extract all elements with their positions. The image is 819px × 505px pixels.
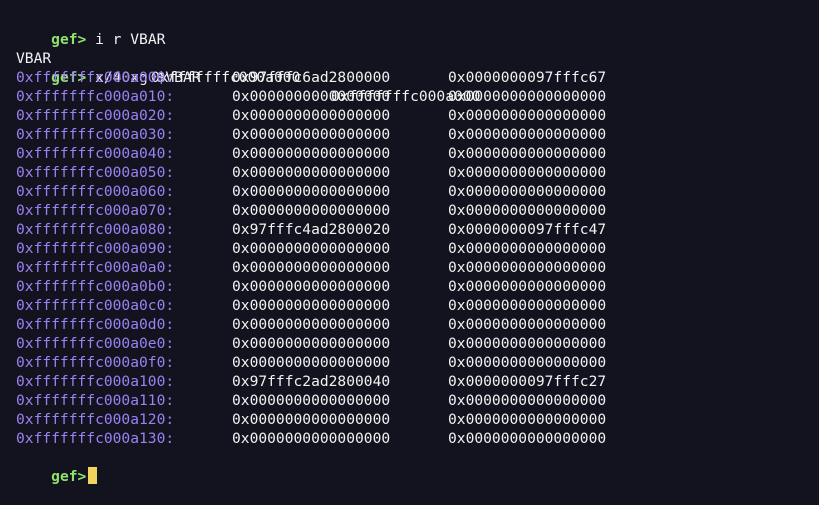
memory-value-2: 0x0000000000000000 bbox=[448, 126, 607, 143]
memory-dump-row: 0xfffffffc000a050: 0x0000000000000000 0x00… bbox=[16, 163, 816, 182]
memory-address: 0xfffffffc000a100: bbox=[16, 373, 175, 390]
memory-address: 0xfffffffc000a080: bbox=[16, 221, 175, 238]
memory-value-2: 0x0000000000000000 bbox=[448, 164, 607, 181]
memory-address: 0xfffffffc000a070: bbox=[16, 202, 175, 219]
memory-address: 0xfffffffc000a000: bbox=[16, 69, 175, 86]
memory-value-2: 0x0000000000000000 bbox=[448, 259, 607, 276]
memory-value-1: 0x0000000000000000 bbox=[232, 259, 391, 276]
memory-dump-row: 0xfffffffc000a0f0: 0x0000000000000000 0x00… bbox=[16, 353, 816, 372]
memory-dump-row: 0xfffffffc000a100: 0x97fffc2ad2800040 0x00… bbox=[16, 372, 816, 391]
terminal-window[interactable]: gef> i r VBAR VBAR 0xfffffffc000a000 0xf… bbox=[16, 0, 816, 485]
memory-address: 0xfffffffc000a020: bbox=[16, 107, 175, 124]
memory-dump-row: 0xfffffffc000a0a0: 0x0000000000000000 0x00… bbox=[16, 258, 816, 277]
memory-value-2: 0x0000000097fffc47 bbox=[448, 221, 607, 238]
memory-address: 0xfffffffc000a110: bbox=[16, 392, 175, 409]
memory-value-2: 0x0000000000000000 bbox=[448, 202, 607, 219]
memory-value-1: 0x0000000000000000 bbox=[232, 126, 391, 143]
memory-address: 0xfffffffc000a0a0: bbox=[16, 259, 175, 276]
memory-value-2: 0x0000000097fffc67 bbox=[448, 69, 607, 86]
memory-dump: 0xfffffffc000a000: 0x97fffc6ad2800000 0x00… bbox=[16, 68, 816, 448]
memory-value-2: 0x0000000000000000 bbox=[448, 240, 607, 257]
memory-value-2: 0x0000000000000000 bbox=[448, 411, 607, 428]
memory-value-2: 0x0000000000000000 bbox=[448, 183, 607, 200]
memory-value-1: 0x0000000000000000 bbox=[232, 202, 391, 219]
memory-address: 0xfffffffc000a090: bbox=[16, 240, 175, 257]
memory-address: 0xfffffffc000a120: bbox=[16, 411, 175, 428]
memory-value-2: 0x0000000000000000 bbox=[448, 430, 607, 447]
memory-value-1: 0x0000000000000000 bbox=[232, 411, 391, 428]
memory-value-1: 0x97fffc6ad2800000 bbox=[232, 69, 391, 86]
memory-address: 0xfffffffc000a030: bbox=[16, 126, 175, 143]
memory-dump-row: 0xfffffffc000a080: 0x97fffc4ad2800020 0x00… bbox=[16, 220, 816, 239]
memory-dump-row: 0xfffffffc000a130: 0x0000000000000000 0x00… bbox=[16, 429, 816, 448]
memory-value-2: 0x0000000000000000 bbox=[448, 297, 607, 314]
memory-value-1: 0x97fffc4ad2800020 bbox=[232, 221, 391, 238]
current-prompt-line[interactable]: gef> bbox=[16, 448, 816, 485]
memory-address: 0xfffffffc000a050: bbox=[16, 164, 175, 181]
memory-value-2: 0x0000000000000000 bbox=[448, 316, 607, 333]
memory-address: 0xfffffffc000a0b0: bbox=[16, 278, 175, 295]
memory-address: 0xfffffffc000a060: bbox=[16, 183, 175, 200]
memory-value-2: 0x0000000000000000 bbox=[448, 392, 607, 409]
memory-dump-row: 0xfffffffc000a120: 0x0000000000000000 0x00… bbox=[16, 410, 816, 429]
memory-value-2: 0x0000000000000000 bbox=[448, 145, 607, 162]
memory-value-2: 0x0000000000000000 bbox=[448, 88, 607, 105]
memory-dump-row: 0xfffffffc000a030: 0x0000000000000000 0x00… bbox=[16, 125, 816, 144]
memory-dump-row: 0xfffffffc000a0e0: 0x0000000000000000 0x00… bbox=[16, 334, 816, 353]
memory-address: 0xfffffffc000a040: bbox=[16, 145, 175, 162]
memory-dump-row: 0xfffffffc000a0b0: 0x0000000000000000 0x00… bbox=[16, 277, 816, 296]
memory-dump-row: 0xfffffffc000a020: 0x0000000000000000 0x00… bbox=[16, 106, 816, 125]
memory-dump-row: 0xfffffffc000a010: 0x0000000000000000 0x00… bbox=[16, 87, 816, 106]
memory-address: 0xfffffffc000a0c0: bbox=[16, 297, 175, 314]
memory-address: 0xfffffffc000a130: bbox=[16, 430, 175, 447]
memory-value-1: 0x0000000000000000 bbox=[232, 107, 391, 124]
memory-dump-row: 0xfffffffc000a070: 0x0000000000000000 0x00… bbox=[16, 201, 816, 220]
memory-value-1: 0x0000000000000000 bbox=[232, 316, 391, 333]
memory-value-1: 0x0000000000000000 bbox=[232, 164, 391, 181]
memory-address: 0xfffffffc000a0d0: bbox=[16, 316, 175, 333]
register-output: VBAR 0xfffffffc000a000 0xfffffffc000a000 bbox=[16, 30, 816, 105]
memory-address: 0xfffffffc000a0e0: bbox=[16, 335, 175, 352]
memory-dump-row: 0xfffffffc000a000: 0x97fffc6ad2800000 0x00… bbox=[16, 68, 816, 87]
memory-dump-row: 0xfffffffc000a090: 0x0000000000000000 0x00… bbox=[16, 239, 816, 258]
memory-value-2: 0x0000000000000000 bbox=[448, 354, 607, 371]
command-line-1: gef> i r VBAR bbox=[16, 11, 816, 48]
memory-value-1: 0x0000000000000000 bbox=[232, 430, 391, 447]
memory-value-1: 0x0000000000000000 bbox=[232, 278, 391, 295]
memory-dump-row: 0xfffffffc000a040: 0x0000000000000000 0x00… bbox=[16, 144, 816, 163]
memory-dump-row: 0xfffffffc000a060: 0x0000000000000000 0x00… bbox=[16, 182, 816, 201]
memory-value-1: 0x0000000000000000 bbox=[232, 183, 391, 200]
memory-value-1: 0x97fffc2ad2800040 bbox=[232, 373, 391, 390]
memory-value-1: 0x0000000000000000 bbox=[232, 297, 391, 314]
memory-value-2: 0x0000000097fffc27 bbox=[448, 373, 607, 390]
memory-value-1: 0x0000000000000000 bbox=[232, 88, 391, 105]
previous-output-line bbox=[16, 0, 816, 11]
memory-dump-row: 0xfffffffc000a110: 0x0000000000000000 0x00… bbox=[16, 391, 816, 410]
memory-address: 0xfffffffc000a0f0: bbox=[16, 354, 175, 371]
memory-value-2: 0x0000000000000000 bbox=[448, 335, 607, 352]
memory-dump-row: 0xfffffffc000a0c0: 0x0000000000000000 0x00… bbox=[16, 296, 816, 315]
memory-value-1: 0x0000000000000000 bbox=[232, 392, 391, 409]
command-line-2: gef> x/40xg $VBAR bbox=[16, 49, 816, 86]
memory-dump-row: 0xfffffffc000a0d0: 0x0000000000000000 0x00… bbox=[16, 315, 816, 334]
gef-prompt: gef> bbox=[51, 468, 87, 485]
memory-value-2: 0x0000000000000000 bbox=[448, 107, 607, 124]
memory-value-1: 0x0000000000000000 bbox=[232, 145, 391, 162]
memory-value-1: 0x0000000000000000 bbox=[232, 354, 391, 371]
text-cursor bbox=[88, 467, 98, 484]
memory-value-1: 0x0000000000000000 bbox=[232, 335, 391, 352]
memory-value-1: 0x0000000000000000 bbox=[232, 240, 391, 257]
memory-address: 0xfffffffc000a010: bbox=[16, 88, 175, 105]
memory-value-2: 0x0000000000000000 bbox=[448, 278, 607, 295]
